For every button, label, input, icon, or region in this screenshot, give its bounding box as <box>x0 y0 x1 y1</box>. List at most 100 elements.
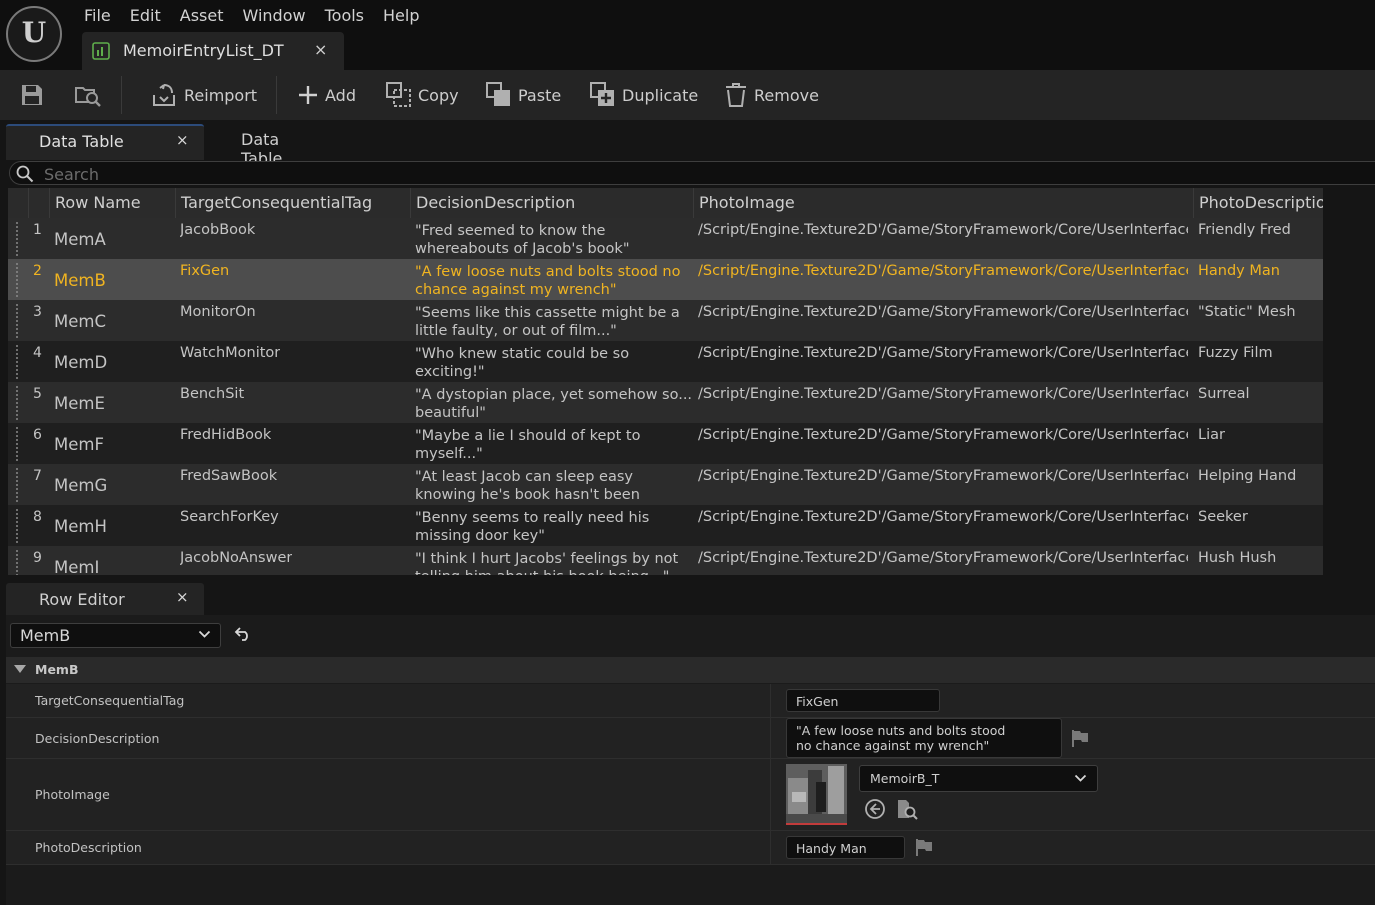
table-row[interactable]: 4 MemD WatchMonitor "Who knew static could … <box>8 341 1323 382</box>
target-tag-cell: FixGen <box>180 263 230 279</box>
header-index-column <box>28 188 49 218</box>
menu-edit[interactable]: Edit <box>130 0 180 32</box>
menu-help[interactable]: Help <box>383 0 438 32</box>
reimport-label: Reimport <box>184 85 258 105</box>
target-tag-cell: BenchSit <box>180 386 245 402</box>
photo-description-field[interactable]: Handy Man <box>786 836 905 859</box>
use-selected-asset-icon[interactable] <box>864 798 886 820</box>
property-label: PhotoImage <box>35 787 110 802</box>
row-name-dropdown[interactable]: MemB <box>10 623 221 648</box>
menu-file[interactable]: File <box>84 0 130 32</box>
duplicate-button[interactable]: Duplicate <box>590 70 698 120</box>
toolbar-divider <box>121 76 122 114</box>
chevron-down-icon <box>198 630 211 639</box>
trash-icon <box>724 82 748 108</box>
target-tag-cell: FredSawBook <box>180 468 278 484</box>
paste-button[interactable]: Paste <box>486 70 561 120</box>
copy-label: Copy <box>418 85 459 105</box>
decision-description-cell: "Fred seemed to know the whereabouts of … <box>415 223 630 257</box>
localization-flag-icon[interactable] <box>1071 729 1089 747</box>
row-drag-handle[interactable] <box>15 262 19 298</box>
menu-window[interactable]: Window <box>243 0 325 32</box>
photo-asset-dropdown[interactable]: MemoirB_T <box>859 765 1098 792</box>
menu-asset[interactable]: Asset <box>180 0 243 32</box>
photo-image-cell: /Script/Engine.Texture2D'/Game/StoryFram… <box>698 304 1188 320</box>
add-button[interactable]: Add <box>297 70 356 120</box>
photo-image-cell: /Script/Engine.Texture2D'/Game/StoryFram… <box>698 427 1188 443</box>
unreal-logo[interactable]: U <box>6 6 62 62</box>
target-tag-cell: MonitorOn <box>180 304 256 320</box>
column-splitter[interactable] <box>770 684 771 717</box>
photo-description-cell: Fuzzy Film <box>1198 345 1273 361</box>
remove-button[interactable]: Remove <box>724 70 819 120</box>
header-row-name[interactable]: Row Name <box>49 188 175 218</box>
table-row[interactable]: 9 MemI JacobNoAnswer "I think I hurt Jacobs… <box>8 546 1323 575</box>
photo-description-cell: Helping Hand <box>1198 468 1297 484</box>
row-drag-handle[interactable] <box>15 344 19 380</box>
column-splitter[interactable] <box>770 831 771 864</box>
decision-description-cell: "Benny seems to really need his missing … <box>415 510 650 544</box>
row-drag-handle[interactable] <box>15 385 19 421</box>
duplicate-icon <box>590 82 616 108</box>
row-editor-panel: MemB MemB TargetConsequentialTag FixGen … <box>6 615 1375 905</box>
row-name-cell: MemA <box>54 230 106 249</box>
table-row[interactable]: 2 MemB FixGen "A few loose nuts and bolts s… <box>8 259 1323 300</box>
row-index: 1 <box>33 222 42 238</box>
row-drag-handle[interactable] <box>15 467 19 503</box>
tab-data-table-label: Data Table <box>39 132 124 151</box>
row-index: 5 <box>33 386 42 402</box>
decision-description-cell: "A few loose nuts and bolts stood no cha… <box>415 264 681 298</box>
menu-tools[interactable]: Tools <box>325 0 383 32</box>
photo-thumbnail[interactable] <box>786 764 847 825</box>
browse-asset-icon[interactable] <box>896 798 918 820</box>
document-tab[interactable]: MemoirEntryList_DT × <box>82 32 344 70</box>
row-drag-handle[interactable] <box>15 426 19 462</box>
header-photo-image[interactable]: PhotoImage <box>693 188 1193 218</box>
header-target-consequential-tag[interactable]: TargetConsequentialTag <box>175 188 410 218</box>
table-row[interactable]: 6 MemF FredHidBook "Maybe a lie I should of… <box>8 423 1323 464</box>
localization-flag-icon[interactable] <box>915 838 933 856</box>
save-button[interactable] <box>20 70 44 120</box>
row-name-cell: MemB <box>54 271 106 290</box>
copy-button[interactable]: Copy <box>386 70 459 120</box>
tab-row-editor[interactable]: Row Editor × <box>6 583 204 615</box>
row-drag-handle[interactable] <box>15 549 19 575</box>
header-photo-description[interactable]: PhotoDescriptio <box>1193 188 1323 218</box>
close-icon[interactable]: × <box>176 588 189 606</box>
row-drag-handle[interactable] <box>15 221 19 257</box>
search-input[interactable] <box>42 163 646 185</box>
row-drag-handle[interactable] <box>15 508 19 544</box>
row-name-dropdown-value: MemB <box>20 626 71 645</box>
main-menu: File Edit Asset Window Tools Help <box>84 0 439 32</box>
search-box <box>9 161 1375 185</box>
table-row[interactable]: 7 MemG FredSawBook "At least Jacob can slee… <box>8 464 1323 521</box>
decision-description-field[interactable]: "A few loose nuts and bolts stood no cha… <box>786 718 1062 758</box>
property-row-decision-description: DecisionDescription "A few loose nuts an… <box>6 718 1375 759</box>
table-row[interactable]: 3 MemC MonitorOn "Seems like this cassette … <box>8 300 1323 341</box>
browse-button[interactable] <box>74 70 102 120</box>
header-decision-description[interactable]: DecisionDescription <box>410 188 693 218</box>
header-drag-column <box>8 188 28 218</box>
target-tag-field[interactable]: FixGen <box>786 689 940 712</box>
table-row[interactable]: 8 MemH SearchForKey "Benny seems to really … <box>8 505 1323 546</box>
toolbar-divider <box>276 76 277 114</box>
row-index: 2 <box>33 263 42 279</box>
row-drag-handle[interactable] <box>15 303 19 339</box>
close-icon[interactable]: × <box>314 40 327 59</box>
close-icon[interactable]: × <box>176 131 189 149</box>
reset-row-button[interactable] <box>234 625 252 641</box>
row-section-header[interactable]: MemB <box>6 657 1375 683</box>
decision-description-cell: "I think I hurt Jacobs' feelings by not … <box>415 551 679 575</box>
column-splitter[interactable] <box>770 718 771 758</box>
decision-description-cell: "Who knew static could be so exciting!" <box>415 346 630 380</box>
copy-icon <box>386 82 412 108</box>
row-name-cell: MemH <box>54 517 107 536</box>
column-splitter[interactable] <box>770 759 771 830</box>
property-row-photo-description: PhotoDescription Handy Man <box>6 831 1375 865</box>
reimport-button[interactable]: Reimport <box>152 70 257 120</box>
row-name-cell: MemF <box>54 435 104 454</box>
tab-data-table[interactable]: Data Table × <box>6 124 204 160</box>
photo-image-cell: /Script/Engine.Texture2D'/Game/StoryFram… <box>698 263 1188 279</box>
table-row[interactable]: 1 MemA JacobBook "Fred seemed to know the w… <box>8 218 1323 259</box>
table-row[interactable]: 5 MemE BenchSit "A dystopian place, yet som… <box>8 382 1323 423</box>
